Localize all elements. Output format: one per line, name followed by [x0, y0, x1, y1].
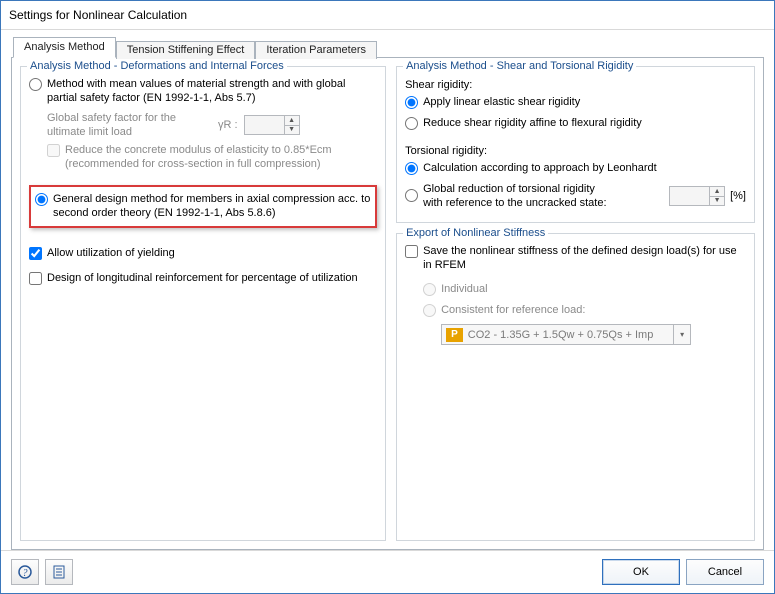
input-gamma-r[interactable]: [245, 116, 287, 134]
radio-tors-global[interactable]: [405, 189, 418, 202]
help-button[interactable]: ?: [11, 559, 39, 585]
group-shear-torsion: Analysis Method - Shear and Torsional Ri…: [396, 66, 755, 223]
check-longitudinal[interactable]: [29, 272, 42, 285]
label-percent-unit: [%]: [730, 190, 746, 202]
label-save-stiffness: Save the nonlinear stiffness of the defi…: [423, 244, 746, 272]
tab-analysis-method[interactable]: Analysis Method: [13, 37, 116, 58]
chevron-up-icon[interactable]: ▲: [285, 116, 299, 126]
window-title: Settings for Nonlinear Calculation: [9, 8, 187, 22]
combo-badge: P: [446, 328, 463, 342]
row-method-mean: Method with mean values of material stre…: [29, 77, 377, 105]
label-allow-yielding: Allow utilization of yielding: [47, 246, 175, 260]
combo-text: CO2 - 1.35G + 1.5Qw + 0.75Qs + Imp: [468, 329, 654, 341]
tab-tension-stiffening[interactable]: Tension Stiffening Effect: [116, 41, 256, 59]
help-icon: ?: [18, 565, 32, 579]
label-method-general: General design method for members in axi…: [53, 192, 371, 220]
document-icon: [52, 565, 66, 579]
tab-page: Analysis Method - Deformations and Inter…: [11, 57, 764, 550]
radio-method-general[interactable]: [35, 193, 48, 206]
details-button[interactable]: [45, 559, 73, 585]
radio-shear-affine[interactable]: [405, 117, 418, 130]
label-shear-linear: Apply linear elastic shear rigidity: [423, 95, 580, 109]
spin-tors-percent[interactable]: ▲ ▼: [669, 186, 725, 206]
label-gamma-r: γR :: [218, 119, 238, 131]
label-longitudinal: Design of longitudinal reinforcement for…: [47, 271, 358, 285]
label-reduce-ecm: Reduce the concrete modulus of elasticit…: [65, 143, 377, 171]
radio-method-mean[interactable]: [29, 78, 42, 91]
tab-iteration-parameters[interactable]: Iteration Parameters: [255, 41, 377, 59]
ok-button[interactable]: OK: [602, 559, 680, 585]
label-export-consistent: Consistent for reference load:: [441, 303, 585, 317]
label-method-mean: Method with mean values of material stre…: [47, 77, 377, 105]
label-shear-affine: Reduce shear rigidity affine to flexural…: [423, 116, 642, 130]
radio-shear-linear[interactable]: [405, 96, 418, 109]
spin-arrows[interactable]: ▲ ▼: [284, 116, 299, 134]
label-tors-global: Global reduction of torsional rigidity w…: [423, 182, 608, 210]
group-shear-legend: Analysis Method - Shear and Torsional Ri…: [403, 60, 636, 72]
chevron-down-icon: ▾: [673, 325, 690, 344]
header-torsion: Torsional rigidity:: [405, 145, 746, 157]
group-deformations: Analysis Method - Deformations and Inter…: [20, 66, 386, 541]
group-deformations-legend: Analysis Method - Deformations and Inter…: [27, 60, 287, 72]
check-reduce-ecm: [47, 144, 60, 157]
row-reduce-ecm: Reduce the concrete modulus of elasticit…: [29, 143, 377, 171]
label-tors-leonhardt: Calculation according to approach by Leo…: [423, 161, 657, 175]
cancel-button[interactable]: Cancel: [686, 559, 764, 585]
footer: ? OK Cancel: [1, 550, 774, 593]
chevron-up-icon[interactable]: ▲: [710, 187, 724, 197]
label-export-individual: Individual: [441, 282, 487, 296]
group-export-legend: Export of Nonlinear Stiffness: [403, 227, 548, 239]
row-safety-factor: Global safety factor for the ultimate li…: [29, 111, 377, 139]
highlight-general-method: General design method for members in axi…: [29, 185, 377, 228]
titlebar: Settings for Nonlinear Calculation: [1, 1, 774, 30]
row-yielding: Allow utilization of yielding: [29, 246, 377, 263]
spin-arrows[interactable]: ▲ ▼: [709, 187, 724, 205]
chevron-down-icon[interactable]: ▼: [710, 197, 724, 206]
group-export-stiffness: Export of Nonlinear Stiffness Save the n…: [396, 233, 755, 541]
check-save-stiffness[interactable]: [405, 245, 418, 258]
radio-tors-leonhardt[interactable]: [405, 162, 418, 175]
header-shear: Shear rigidity:: [405, 79, 746, 91]
svg-text:?: ?: [23, 568, 28, 579]
check-allow-yielding[interactable]: [29, 247, 42, 260]
left-column: Analysis Method - Deformations and Inter…: [20, 66, 386, 541]
label-safety-factor: Global safety factor for the ultimate li…: [47, 111, 212, 139]
row-longitudinal: Design of longitudinal reinforcement for…: [29, 271, 377, 288]
right-column: Analysis Method - Shear and Torsional Ri…: [396, 66, 755, 541]
dialog-window: Settings for Nonlinear Calculation Analy…: [0, 0, 775, 594]
spin-gamma-r[interactable]: ▲ ▼: [244, 115, 300, 135]
content-area: Analysis Method Tension Stiffening Effec…: [1, 30, 774, 550]
combo-reference-load: P CO2 - 1.35G + 1.5Qw + 0.75Qs + Imp ▾: [441, 324, 691, 345]
chevron-down-icon[interactable]: ▼: [285, 126, 299, 135]
radio-export-consistent: [423, 304, 436, 317]
radio-export-individual: [423, 283, 436, 296]
tab-strip: Analysis Method Tension Stiffening Effec…: [13, 36, 764, 57]
input-tors-percent[interactable]: [670, 187, 712, 205]
